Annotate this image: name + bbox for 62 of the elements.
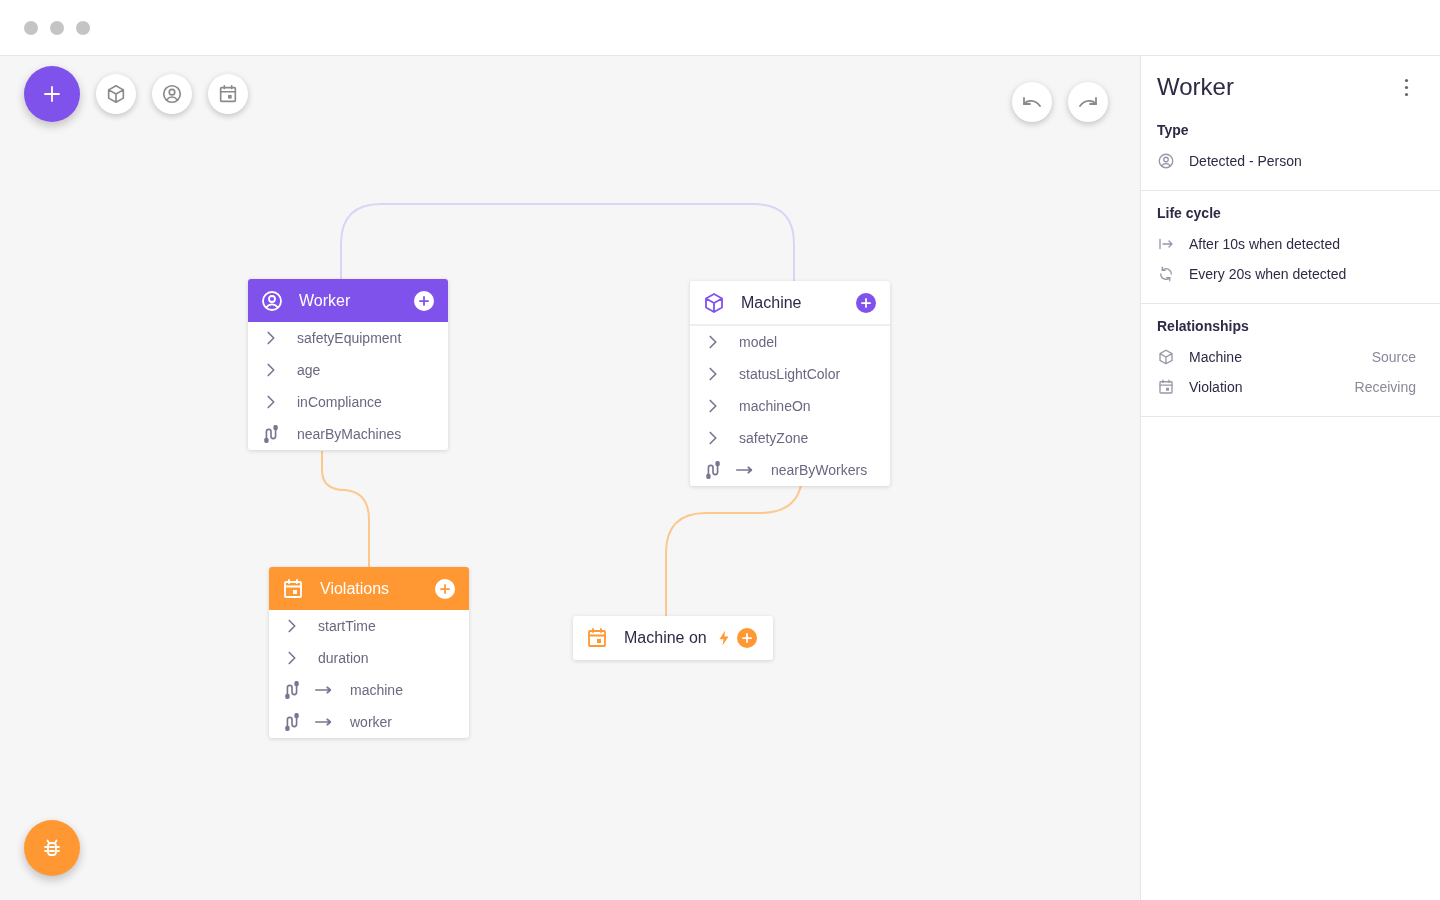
cube-icon xyxy=(1157,348,1175,366)
event-card[interactable]: Machine on xyxy=(573,616,773,660)
field-label: worker xyxy=(350,714,392,730)
field-label: duration xyxy=(318,650,369,666)
field-label: machine xyxy=(350,682,403,698)
item-label: Violation xyxy=(1189,379,1243,395)
section-heading: Relationships xyxy=(1157,318,1250,334)
more-icon xyxy=(1403,77,1409,97)
field-label: safetyEquipment xyxy=(297,330,402,346)
tool-button[interactable] xyxy=(96,74,136,114)
calendar-icon xyxy=(1157,378,1175,396)
node-title: Violations xyxy=(320,579,391,598)
window-dot[interactable] xyxy=(76,20,90,35)
tool-button[interactable] xyxy=(152,74,192,114)
field-label: statusLightColor xyxy=(739,366,841,382)
node-title: Machine on xyxy=(624,629,707,647)
role-label: Receiving xyxy=(1354,379,1416,395)
section-heading: Life cycle xyxy=(1157,205,1222,221)
calendar-icon xyxy=(217,83,239,105)
section-heading: Type xyxy=(1157,122,1190,138)
plus-icon xyxy=(417,293,431,308)
node-title: Machine xyxy=(741,293,803,312)
item-label: Every 20s when detected xyxy=(1189,266,1347,282)
item-label: Machine xyxy=(1189,349,1242,365)
refresh-icon xyxy=(1157,265,1175,283)
add-field-button[interactable] xyxy=(736,628,757,648)
node-title: Worker xyxy=(299,291,352,310)
person-icon xyxy=(161,83,183,105)
entity-card[interactable]: Machine model statusLightColor machineOn safetyZone nearByWorkers xyxy=(690,281,890,486)
field-label: nearByMachines xyxy=(297,426,402,442)
field-row[interactable]: nearByMachines xyxy=(248,418,448,450)
entity-card[interactable]: Worker safetyEquipment age inCompliance nearByMachines xyxy=(248,279,448,450)
add-button[interactable] xyxy=(24,66,80,122)
redo-button[interactable] xyxy=(1068,82,1108,122)
panel-title: Worker xyxy=(1157,73,1234,101)
field-label: inCompliance xyxy=(297,394,382,410)
person-icon xyxy=(1157,152,1175,170)
field-label: machineOn xyxy=(739,398,811,414)
tool-button[interactable] xyxy=(208,74,248,114)
item-label: Detected - Person xyxy=(1189,153,1302,169)
plus-icon xyxy=(859,295,873,310)
field-label: model xyxy=(739,334,778,350)
undo-button[interactable] xyxy=(1012,82,1052,122)
cube-icon xyxy=(105,83,127,105)
plus-icon xyxy=(438,581,452,596)
person-icon xyxy=(260,288,284,313)
add-field-button[interactable] xyxy=(435,578,455,599)
field-label: startTime xyxy=(318,618,376,634)
add-field-button[interactable] xyxy=(414,290,434,311)
role-label: Source xyxy=(1371,349,1416,365)
window-dot[interactable] xyxy=(24,20,38,35)
item-label: After 10s when detected xyxy=(1189,236,1340,252)
field-label: nearByWorkers xyxy=(771,462,868,478)
entity-card[interactable]: Violations startTime duration machine worker xyxy=(269,567,469,738)
window-dot[interactable] xyxy=(50,20,64,35)
redo-icon xyxy=(1078,96,1098,108)
undo-icon xyxy=(1022,96,1042,108)
field-label: age xyxy=(297,362,321,378)
add-field-button[interactable] xyxy=(856,292,876,313)
plus-icon xyxy=(739,631,754,645)
field-label: safetyZone xyxy=(739,430,809,446)
calendar-icon xyxy=(281,576,305,601)
